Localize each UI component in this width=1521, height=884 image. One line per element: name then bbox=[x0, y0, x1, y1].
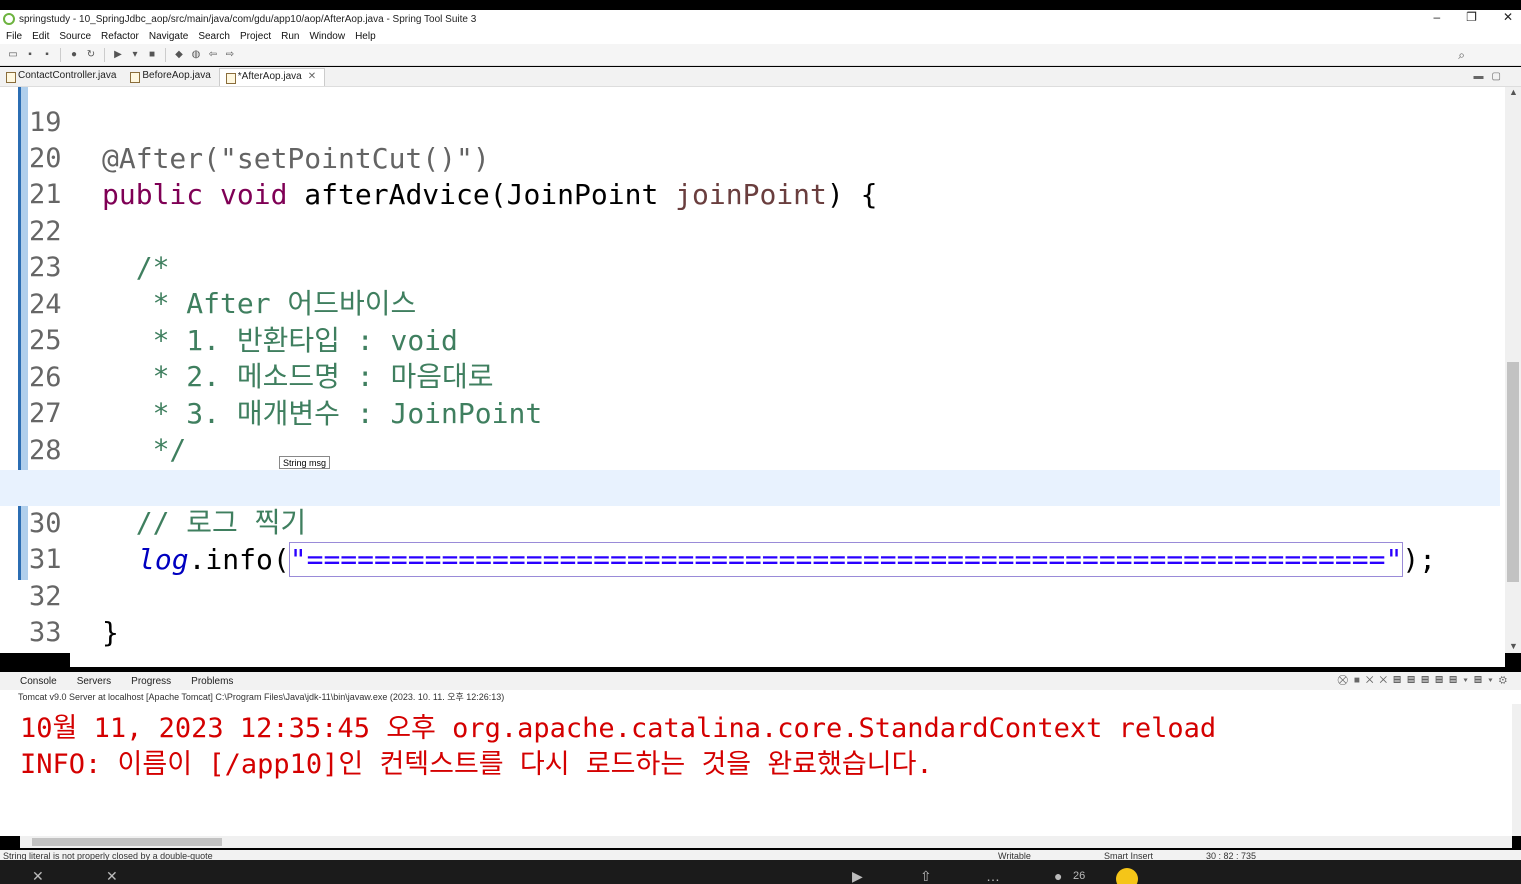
status-cursor-position: 30 : 82 : 735 bbox=[1206, 851, 1257, 860]
main-toolbar: ▭ ▪ ▪ ● ↻ ▶ ▾ ■ ◆ ◍ ⇦ ⇨ ⌕ bbox=[0, 44, 1521, 66]
video-icon[interactable]: ▶ bbox=[852, 868, 863, 884]
top-black-strip bbox=[0, 0, 1521, 10]
code-line: 27 */ bbox=[0, 360, 1500, 466]
save-all-icon[interactable]: ▪ bbox=[40, 48, 54, 62]
console-horizontal-scrollbar[interactable] bbox=[20, 836, 1512, 848]
code-line: 21 bbox=[0, 141, 1500, 210]
reaction-icon[interactable] bbox=[1116, 868, 1138, 884]
participants-icon[interactable]: ● bbox=[1054, 868, 1062, 884]
editor-view-controls[interactable]: ▬▢ bbox=[1474, 71, 1509, 82]
menu-bar: File Edit Source Refactor Navigate Searc… bbox=[0, 28, 1521, 44]
scroll-thumb[interactable] bbox=[32, 838, 222, 846]
forward-icon[interactable]: ⇨ bbox=[223, 48, 237, 62]
stop-icon[interactable]: ■ bbox=[145, 48, 159, 62]
menu-help[interactable]: Help bbox=[355, 31, 376, 42]
window-title: springstudy - 10_SpringJdbc_aop/src/main… bbox=[19, 13, 477, 25]
code-line: 24 * 1. 반환타입 : void bbox=[0, 251, 1500, 357]
tab-progress[interactable]: Progress bbox=[131, 676, 171, 687]
minimize-button[interactable]: – bbox=[1433, 10, 1440, 24]
tab-console[interactable]: Console bbox=[20, 676, 57, 687]
editor-vertical-scrollbar[interactable]: ▲ ▼ bbox=[1505, 87, 1521, 653]
tab-contact-controller[interactable]: ContactController.java bbox=[0, 68, 124, 86]
console-line: 10월 11, 2023 12:35:45 오후 org.apache.cata… bbox=[20, 713, 1217, 744]
console-tabbar: Console Servers Progress Problems ⛒■✕✕▤▤… bbox=[0, 672, 1521, 690]
tab-label: *AfterAop.java bbox=[237, 71, 302, 82]
code-line: 20 public void afterAdvice(JoinPoint joi… bbox=[0, 105, 1500, 211]
code-line: 22 /* bbox=[0, 178, 1500, 284]
scroll-down-icon[interactable]: ▼ bbox=[1509, 641, 1518, 651]
code-line: 19 @After("setPointCut()") bbox=[0, 87, 1500, 175]
mute-icon[interactable]: ✕ bbox=[32, 868, 44, 884]
code-line: 34 bbox=[0, 616, 1500, 652]
menu-navigate[interactable]: Navigate bbox=[149, 31, 188, 42]
tab-problems[interactable]: Problems bbox=[191, 676, 233, 687]
menu-refactor[interactable]: Refactor bbox=[101, 31, 139, 42]
restore-button[interactable]: ❐ bbox=[1466, 10, 1477, 24]
tab-after-aop[interactable]: *AfterAop.java ✕ bbox=[218, 68, 326, 86]
code-line: 23 * After 어드바이스 bbox=[0, 214, 1500, 320]
toolbar-divider bbox=[104, 47, 105, 62]
status-message: String literal is not properly closed by… bbox=[3, 851, 213, 860]
code-line: 32 } bbox=[0, 543, 1500, 649]
console-output[interactable]: 10월 11, 2023 12:35:45 오후 org.apache.cata… bbox=[0, 704, 1512, 836]
menu-edit[interactable]: Edit bbox=[32, 31, 49, 42]
new-icon[interactable]: ▭ bbox=[6, 48, 20, 62]
close-button[interactable]: ✕ bbox=[1503, 10, 1513, 24]
console-vertical-scrollbar[interactable] bbox=[1512, 704, 1521, 836]
globe-icon[interactable]: ◍ bbox=[189, 48, 203, 62]
menu-window[interactable]: Window bbox=[309, 31, 345, 42]
search-icon[interactable]: ⌕ bbox=[1458, 48, 1465, 63]
code-line: 26 * 3. 매개변수 : JoinPoint bbox=[0, 324, 1500, 430]
editor-tabbar: ContactController.java BeforeAop.java *A… bbox=[0, 67, 1521, 87]
console-line: INFO: 이름이 [/app10]인 컨텍스트를 다시 로드하는 것을 완료했… bbox=[20, 749, 933, 780]
code-line: 31 bbox=[0, 506, 1500, 575]
parameter-hint-tooltip: String msg bbox=[279, 456, 331, 469]
code-line: 25 * 2. 메소드명 : 마음대로 bbox=[0, 287, 1500, 393]
chat-icon[interactable]: … bbox=[986, 868, 1000, 884]
tab-label: BeforeAop.java bbox=[142, 70, 211, 81]
code-line: 33 bbox=[0, 579, 1500, 648]
menu-file[interactable]: File bbox=[6, 31, 22, 42]
tab-label: ContactController.java bbox=[18, 70, 117, 81]
scroll-up-icon[interactable]: ▲ bbox=[1509, 87, 1518, 97]
menu-search[interactable]: Search bbox=[198, 31, 230, 42]
console-process-info: Tomcat v9.0 Server at localhost [Apache … bbox=[0, 690, 1521, 704]
current-code-line: 30 log.info("===========================… bbox=[0, 470, 1500, 577]
toolbar-divider bbox=[60, 47, 61, 62]
toolbar-divider bbox=[165, 47, 166, 62]
code-line: 28 bbox=[0, 397, 1500, 466]
refresh-icon[interactable]: ↻ bbox=[84, 48, 98, 62]
open-type-icon[interactable]: ◆ bbox=[172, 48, 186, 62]
back-icon[interactable]: ⇦ bbox=[206, 48, 220, 62]
window-titlebar: springstudy - 10_SpringJdbc_aop/src/main… bbox=[0, 10, 1521, 28]
close-tab-icon[interactable]: ✕ bbox=[308, 71, 316, 82]
code-line: 29 // 로그 찍기 bbox=[0, 433, 1500, 539]
console-toolbar[interactable]: ⛒■✕✕▤▤▤▤▤▾▤▾⚙ bbox=[1338, 675, 1513, 686]
meeting-taskbar: ✕ ✕ ▶ ⇧ … ● 26 bbox=[0, 860, 1521, 884]
code-editor[interactable]: 19 @After("setPointCut()") 20 public voi… bbox=[0, 87, 1505, 653]
tab-before-aop[interactable]: BeforeAop.java bbox=[124, 68, 218, 86]
menu-project[interactable]: Project bbox=[240, 31, 271, 42]
run-icon[interactable]: ▶ bbox=[111, 48, 125, 62]
status-bar: String literal is not properly closed by… bbox=[0, 850, 1521, 860]
tab-servers[interactable]: Servers bbox=[77, 676, 111, 687]
line-number: 34 bbox=[29, 652, 69, 653]
menu-source[interactable]: Source bbox=[59, 31, 91, 42]
video-off-icon[interactable]: ✕ bbox=[106, 868, 118, 884]
spring-app-icon bbox=[3, 13, 15, 25]
editor-horizontal-scrollbar[interactable] bbox=[70, 653, 1505, 667]
menu-run[interactable]: Run bbox=[281, 31, 299, 42]
status-writable: Writable bbox=[998, 851, 1031, 860]
run-config-icon[interactable]: ▾ bbox=[128, 48, 142, 62]
share-icon[interactable]: ⇧ bbox=[920, 868, 932, 884]
debug-icon[interactable]: ● bbox=[67, 48, 81, 62]
participant-count: 26 bbox=[1073, 870, 1086, 882]
scroll-thumb[interactable] bbox=[1507, 362, 1519, 582]
save-icon[interactable]: ▪ bbox=[23, 48, 37, 62]
status-insert-mode: Smart Insert bbox=[1104, 851, 1154, 860]
